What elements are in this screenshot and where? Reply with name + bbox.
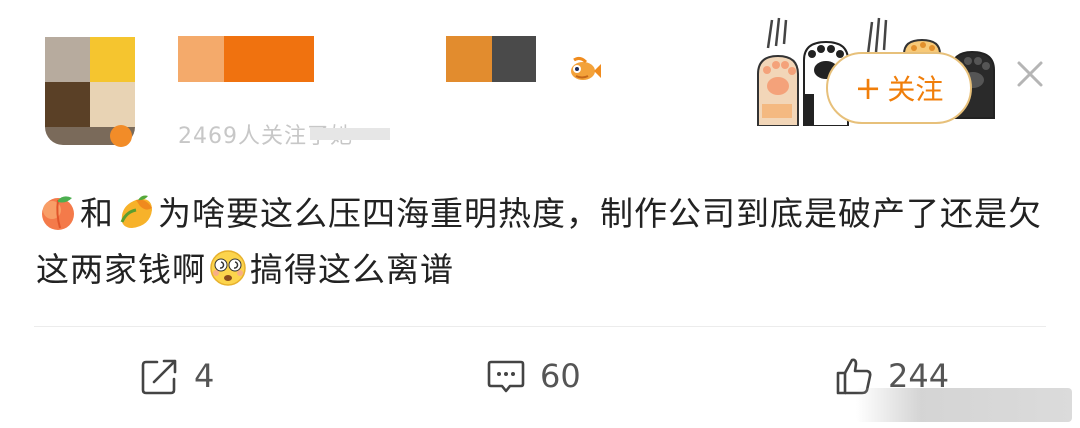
mango-emoji <box>120 195 152 228</box>
comment-button[interactable]: 60 <box>486 356 581 396</box>
share-icon <box>141 359 177 395</box>
divider <box>34 326 1046 327</box>
verified-badge-icon <box>110 125 132 147</box>
user-badge-mosaic <box>446 36 536 82</box>
subtitle-mosaic <box>310 128 390 140</box>
comment-count: 60 <box>540 357 581 395</box>
share-count: 4 <box>194 357 215 395</box>
comment-icon <box>487 360 525 393</box>
post-text: 和 为啥要这么压四海重明热度，制作公司到底是破产了还是欠这两家钱啊 搞得这么离谱 <box>36 186 1046 298</box>
post-text-part2: 为啥要这么压四海重明热度，制作公司到底是破产了还是欠这两家钱啊 <box>36 194 1042 289</box>
close-icon[interactable] <box>1012 56 1048 92</box>
watermark <box>856 388 1072 422</box>
follow-label: 关注 <box>887 73 944 106</box>
post-text-part1: 和 <box>80 194 114 233</box>
share-button[interactable]: 4 <box>140 356 214 396</box>
plus-icon: + <box>854 69 882 107</box>
username-mosaic[interactable] <box>178 36 314 82</box>
dizzy-face-emoji <box>210 250 246 286</box>
post-text-part3: 搞得这么离谱 <box>250 250 454 289</box>
peach-emoji <box>42 196 74 230</box>
fish-icon <box>571 56 601 80</box>
follow-button[interactable]: + 关注 <box>826 52 972 124</box>
weibo-comment-card: 2469人关注了她 + 关注 和 为啥要这么压四海重明热度，制作公司到底是破产了… <box>0 0 1080 428</box>
